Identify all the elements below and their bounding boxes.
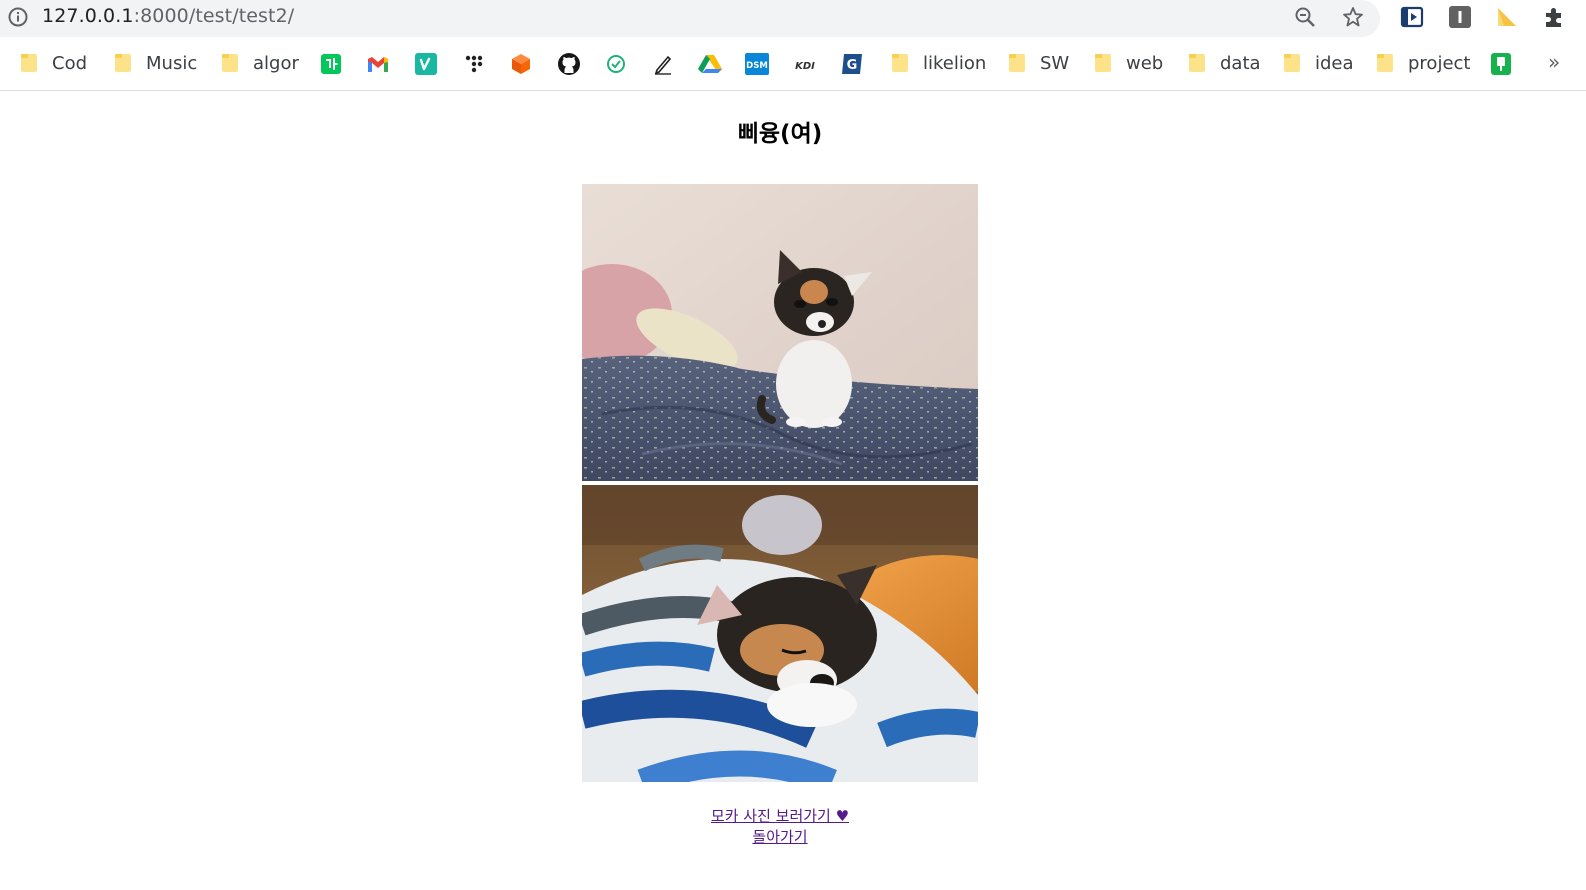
bookmark-kdi[interactable]: KDI: [792, 51, 818, 77]
kitten-photo-sitting: [582, 184, 978, 481]
media-extension-icon[interactable]: [1399, 4, 1425, 30]
svg-text:KDI: KDI: [795, 61, 815, 72]
bookmark-pen-app[interactable]: [650, 51, 676, 77]
bookmark-label: idea: [1315, 52, 1354, 74]
dots-app-icon: [465, 55, 483, 73]
svg-text:DSM: DSM: [746, 61, 768, 71]
url-path: :8000/test/test2/: [133, 5, 295, 27]
folder-icon: [222, 54, 238, 72]
pen-icon: [654, 55, 672, 75]
bookmark-google-drive[interactable]: [697, 51, 723, 77]
green-app-icon: [1491, 53, 1511, 75]
folder-icon: [21, 54, 37, 72]
folder-icon: [1377, 54, 1393, 72]
page-title: 삐융(여): [737, 121, 823, 147]
g-app-icon: G: [842, 54, 862, 74]
bookmark-label: likelion: [923, 52, 987, 74]
svg-text:G: G: [847, 58, 858, 73]
bookmark-star-icon[interactable]: [1341, 5, 1365, 29]
extensions-puzzle-icon[interactable]: [1541, 4, 1567, 30]
bookmark-green-app[interactable]: [1488, 51, 1514, 77]
bookmark-label: data: [1220, 52, 1261, 74]
bookmark-cube-app[interactable]: [508, 51, 534, 77]
folder-icon: [1284, 54, 1300, 72]
back-link[interactable]: 돌아가기: [0, 827, 1560, 848]
page-links: 모카 사진 보러가기 ♥ 돌아가기: [0, 806, 1560, 848]
bookmark-folder-algor[interactable]: algor: [221, 48, 299, 78]
extension-i-icon[interactable]: [1447, 4, 1473, 30]
google-drive-icon: [698, 55, 722, 73]
bookmark-label: Music: [146, 52, 198, 74]
bookmark-label: SW: [1040, 52, 1070, 74]
info-icon[interactable]: [7, 6, 29, 28]
green-search-icon: [607, 55, 625, 73]
bookmark-folder-project[interactable]: project: [1376, 48, 1470, 78]
page-body: 삐융(여) 모카 사진 보러가기 ♥ 돌아가기: [0, 92, 1586, 890]
folder-icon: [892, 54, 908, 72]
orange-cube-icon: [512, 54, 530, 74]
bookmark-gmail[interactable]: [365, 51, 391, 77]
folder-icon: [1095, 54, 1111, 72]
bookmark-github[interactable]: [556, 51, 582, 77]
bookmark-label: Cod: [52, 52, 88, 74]
bookmark-folder-data[interactable]: data: [1188, 48, 1261, 78]
folder-icon: [1009, 54, 1025, 72]
bookmark-folder-cod[interactable]: Cod: [20, 48, 87, 78]
folder-icon: [115, 54, 131, 72]
bookmark-vimeo[interactable]: [413, 51, 439, 77]
bookmark-folder-music[interactable]: Music: [114, 48, 197, 78]
bookmark-label: project: [1408, 52, 1471, 74]
zoom-icon[interactable]: [1293, 5, 1317, 29]
github-icon: [558, 53, 580, 75]
bookmark-folder-likelion[interactable]: likelion: [891, 48, 986, 78]
gmail-icon: [368, 57, 388, 72]
naver-dictionary-icon: [321, 54, 341, 74]
bookmark-naver-dictionary[interactable]: [318, 51, 344, 77]
url-host: 127.0.0.1: [42, 5, 134, 27]
bookmark-folder-idea[interactable]: idea: [1283, 48, 1354, 78]
bookmark-folder-sw[interactable]: SW: [1008, 48, 1069, 78]
kdi-icon: KDI: [795, 61, 815, 72]
bookmark-label: algor: [253, 52, 299, 74]
browser-toolbar: 127.0.0.1:8000/test/test2/: [0, 0, 1586, 38]
v-app-icon: [415, 53, 437, 75]
ruler-extension-icon[interactable]: [1494, 4, 1520, 30]
bookmarks-overflow-chevron-icon[interactable]: »: [1548, 50, 1560, 74]
dsm-icon: DSM: [745, 53, 769, 75]
address-bar[interactable]: 127.0.0.1:8000/test/test2/: [0, 0, 1380, 37]
moka-photos-link[interactable]: 모카 사진 보러가기 ♥: [0, 806, 1560, 827]
bookmark-label: web: [1126, 52, 1164, 74]
folder-icon: [1189, 54, 1205, 72]
url-text[interactable]: 127.0.0.1:8000/test/test2/: [42, 5, 294, 27]
bookmarks-bar: Cod Music algor DSM KDI G likelion SW we…: [0, 38, 1586, 91]
bookmark-search-app[interactable]: [603, 51, 629, 77]
bookmark-g-app[interactable]: G: [839, 51, 865, 77]
bookmark-dots-app[interactable]: [461, 51, 487, 77]
bookmark-folder-web[interactable]: web: [1094, 48, 1163, 78]
kitten-photo-sleeping: [582, 485, 978, 782]
bookmark-dsm[interactable]: DSM: [744, 51, 770, 77]
